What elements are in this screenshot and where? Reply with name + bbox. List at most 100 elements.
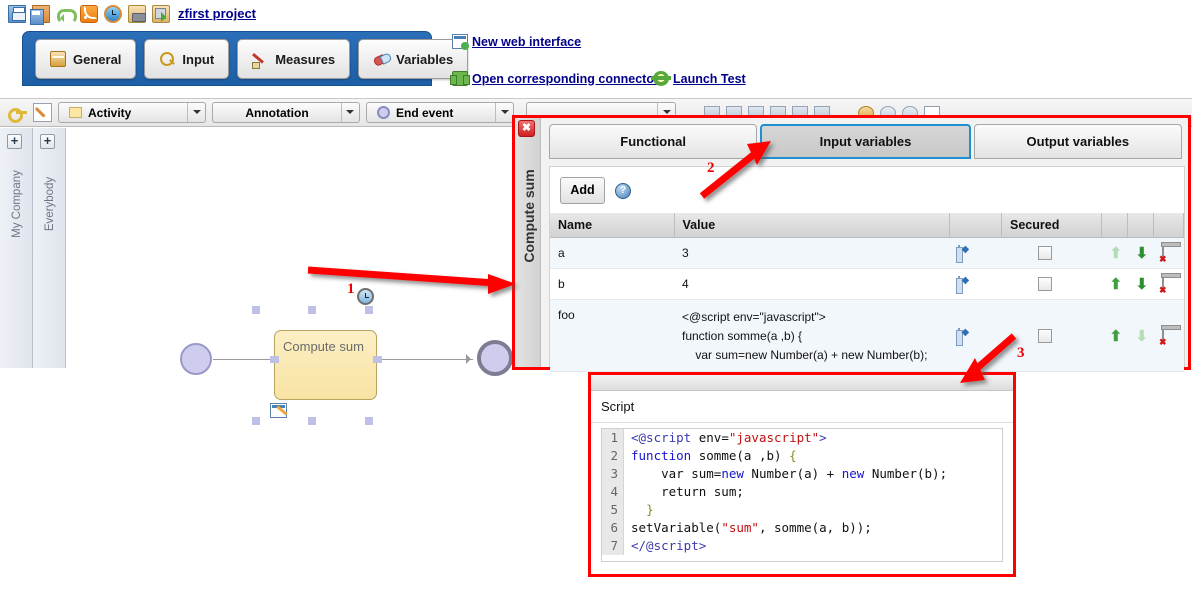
rss-icon[interactable] <box>80 4 98 23</box>
chevron-down-icon[interactable] <box>187 103 205 122</box>
dropdown-annotation[interactable]: Annotation <box>212 102 360 123</box>
pen-icon <box>252 51 268 69</box>
move-down-icon[interactable]: ⬇ <box>1136 245 1149 262</box>
save-all-icon[interactable] <box>30 4 50 25</box>
script-dialog-titlebar <box>591 375 1013 391</box>
input-variables-table: Name Value Secured a 3 ◆ ⬆ ⬇ ✖ b 4 ◆ ⬆ ⬇… <box>550 213 1184 372</box>
cell-name[interactable]: b <box>550 268 674 300</box>
cell-value[interactable]: <@script env="javascript"> function somm… <box>674 299 950 372</box>
sequence-flow-2[interactable] <box>378 359 473 360</box>
annotation-number-3: 3 <box>1017 345 1025 361</box>
line-content: </@script> <box>631 538 707 553</box>
resize-handle[interactable] <box>365 306 373 314</box>
rail-my-company-label: My Company <box>11 170 23 238</box>
move-up-icon[interactable]: ⬆ <box>1110 245 1123 262</box>
line-number: 2 <box>602 447 624 465</box>
help-icon[interactable]: ? <box>615 182 631 199</box>
panel-tab-row: Functional Input variables Output variab… <box>541 118 1188 159</box>
package-icon[interactable] <box>128 4 146 23</box>
new-web-interface-label: New web interface <box>472 34 582 49</box>
tab-functional[interactable]: Functional <box>549 124 758 159</box>
column-header-name[interactable]: Name <box>550 213 675 238</box>
capsule-icon <box>373 51 389 67</box>
tab-input[interactable]: Input <box>144 39 230 79</box>
tab-measures[interactable]: Measures <box>237 39 351 79</box>
cell-name[interactable]: a <box>550 237 674 269</box>
delete-icon[interactable] <box>1161 245 1164 261</box>
save-icon[interactable] <box>8 4 26 23</box>
package-deploy-icon[interactable] <box>152 4 170 23</box>
line-content: var sum=new Number(a) + new Number(b); <box>631 466 948 481</box>
dropdown-activity[interactable]: Activity <box>58 102 206 123</box>
cell-name[interactable]: foo <box>550 299 674 372</box>
open-connector-link[interactable]: Open corresponding connector <box>450 71 659 86</box>
line-content: return sum; <box>631 484 744 499</box>
task-node-compute-sum[interactable]: Compute sum <box>274 330 377 400</box>
secured-checkbox[interactable] <box>1037 246 1052 260</box>
move-up-icon[interactable]: ⬆ <box>1110 328 1123 345</box>
script-code-area[interactable]: 1 <@script env="javascript"> 2 function … <box>601 428 1003 562</box>
script-editor-icon[interactable] <box>957 245 960 261</box>
alarm-clock-icon[interactable] <box>104 4 122 23</box>
resize-handle[interactable] <box>365 417 373 425</box>
secured-checkbox[interactable] <box>1037 328 1052 343</box>
secured-checkbox[interactable] <box>1037 277 1052 291</box>
launch-test-link[interactable]: Launch Test <box>651 71 746 86</box>
chevron-down-icon[interactable] <box>340 103 359 122</box>
table-row[interactable]: a 3 ⬆ ⬇ <box>550 237 1184 269</box>
pencil-icon[interactable] <box>33 103 52 122</box>
launch-test-icon <box>651 71 671 86</box>
move-down-icon[interactable]: ⬇ <box>1136 276 1149 293</box>
activity-swatch-icon <box>69 107 82 118</box>
tab-input-variables[interactable]: Input variables <box>760 124 971 159</box>
dropdown-end-event[interactable]: End event <box>366 102 514 123</box>
top-icon-toolbar: zfirst project <box>0 0 1192 27</box>
column-header-value[interactable]: Value <box>674 213 950 238</box>
code-line: 2 function somme(a ,b) { <box>602 447 1002 465</box>
tab-output-variables[interactable]: Output variables <box>973 124 1182 159</box>
code-line: 7 </@script> <box>602 537 1002 555</box>
table-row[interactable]: foo <@script env="javascript"> function … <box>550 299 1184 372</box>
expand-icon[interactable]: + <box>40 134 55 149</box>
connection-point[interactable] <box>270 356 279 363</box>
delete-icon[interactable] <box>1161 276 1164 292</box>
connector-plug-icon <box>450 71 470 86</box>
rail-everybody[interactable]: + Everybody <box>33 128 66 368</box>
start-event-node[interactable] <box>180 343 212 375</box>
tab-output-variables-label: Output variables <box>1026 134 1130 149</box>
new-web-interface-link[interactable]: New web interface <box>452 34 582 50</box>
resize-handle[interactable] <box>252 306 260 314</box>
sequence-flow-1[interactable] <box>213 359 273 360</box>
column-header-secured[interactable]: Secured <box>1001 213 1102 238</box>
undo-icon[interactable] <box>56 5 77 24</box>
end-event-node[interactable] <box>477 340 513 376</box>
script-editor-icon[interactable] <box>957 276 960 292</box>
column-header-delete <box>1153 213 1184 238</box>
close-icon[interactable]: ✖ <box>518 120 535 137</box>
key-icon[interactable] <box>8 103 27 123</box>
resize-handle[interactable] <box>308 417 316 425</box>
table-row[interactable]: b 4 ⬆ ⬇ <box>550 268 1184 300</box>
resize-handle[interactable] <box>308 306 316 314</box>
chevron-down-icon[interactable] <box>495 103 513 122</box>
connection-point[interactable] <box>373 356 382 363</box>
timer-marker-icon <box>357 288 374 305</box>
add-button[interactable]: Add <box>560 177 605 204</box>
rail-my-company[interactable]: + My Company <box>0 128 33 368</box>
delete-icon[interactable] <box>1161 327 1164 344</box>
line-content: function somme(a ,b) { <box>631 448 797 463</box>
project-link[interactable]: zfirst project <box>178 6 256 21</box>
line-number: 4 <box>602 483 624 501</box>
cell-value[interactable]: 4 <box>674 268 950 300</box>
move-down-icon[interactable]: ⬇ <box>1136 328 1149 345</box>
line-content: setVariable("sum", somme(a, b)); <box>631 520 872 535</box>
tab-general[interactable]: General <box>35 39 137 79</box>
move-up-icon[interactable]: ⬆ <box>1110 276 1123 293</box>
cell-value[interactable]: 3 <box>674 237 950 269</box>
flow-arrowhead <box>466 354 476 364</box>
panel-title: Compute sum <box>521 169 537 263</box>
expand-icon[interactable]: + <box>7 134 22 149</box>
resize-handle[interactable] <box>252 417 260 425</box>
script-editor-icon[interactable] <box>957 327 960 344</box>
tab-general-label: General <box>73 51 122 67</box>
